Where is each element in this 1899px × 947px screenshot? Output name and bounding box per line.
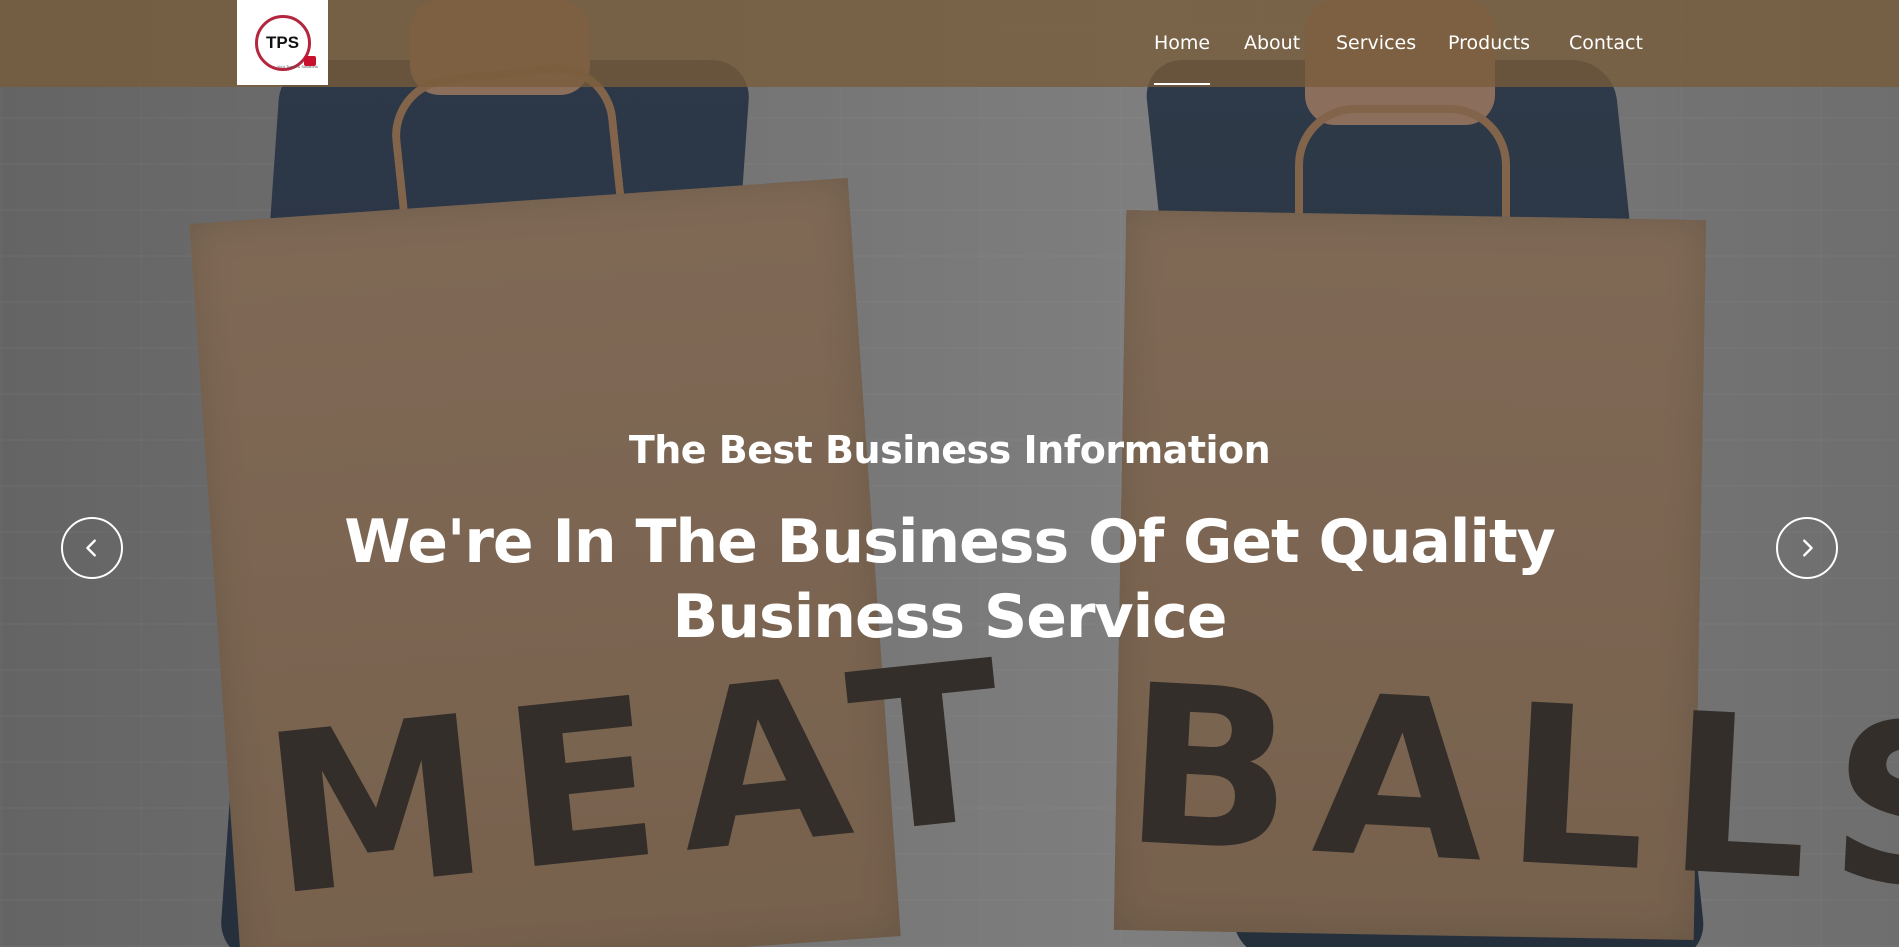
nav-home[interactable]: Home (1154, 0, 1211, 85)
logo-text: TPS (265, 32, 300, 52)
nav-contact[interactable]: Contact (1569, 0, 1643, 85)
carousel-prev-button[interactable] (61, 517, 123, 579)
nav-products[interactable]: Products (1448, 0, 1530, 85)
chevron-right-icon (1803, 539, 1813, 557)
carousel-next-button[interactable] (1776, 517, 1838, 579)
logo-subtext: Your Trade & Solutions (277, 64, 318, 69)
logo[interactable]: TPS (237, 0, 328, 85)
logo-ring: TPS (254, 14, 316, 71)
hero-subtitle: The Best Business Information (628, 428, 1271, 472)
hero-title: We're In The Business Of Get Quality Bus… (344, 507, 1556, 652)
nav-about[interactable]: About (1244, 0, 1300, 85)
nav-services[interactable]: Services (1336, 0, 1416, 85)
hero-overlay (0, 0, 1899, 947)
chevron-left-icon (86, 539, 96, 557)
hero-background: MEAT BALLS (0, 0, 1899, 947)
site-header: TPS Your Trade & Solutions Home About Se… (0, 0, 1899, 87)
